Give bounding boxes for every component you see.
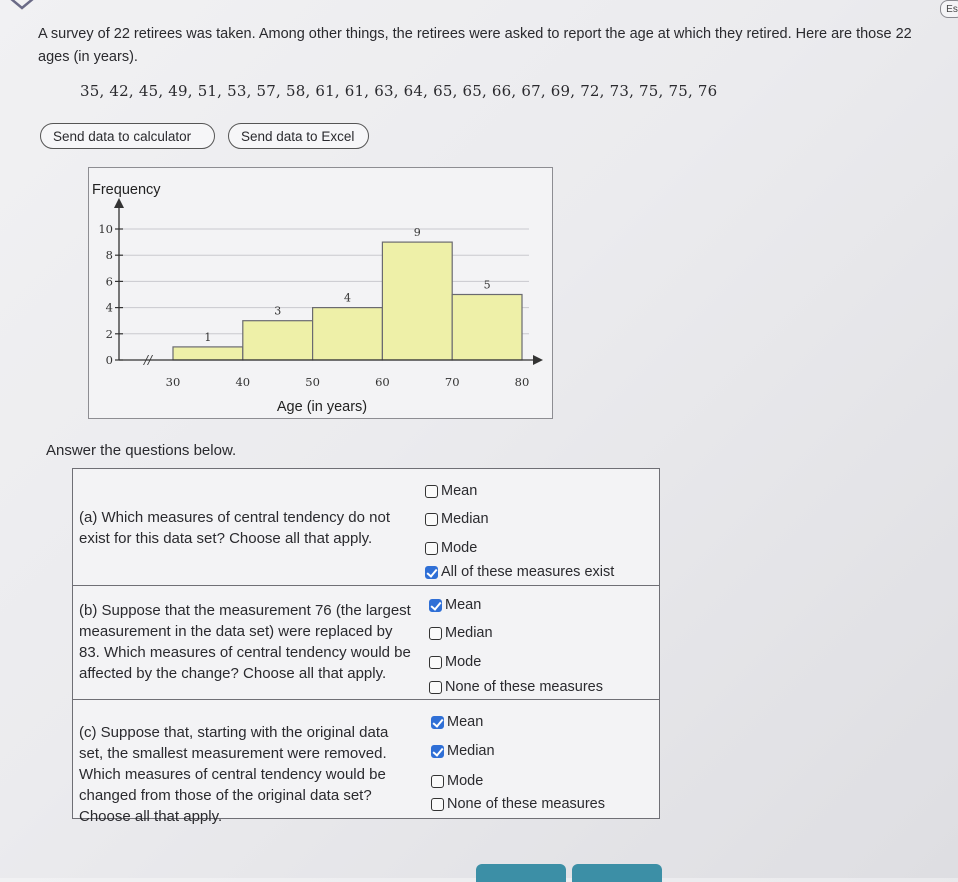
bar-data-label: 5 bbox=[484, 279, 491, 292]
checkbox-icon[interactable] bbox=[425, 484, 438, 498]
option-a-median[interactable]: Median bbox=[425, 511, 489, 527]
x-tick-label: 30 bbox=[166, 375, 181, 389]
histogram-bar bbox=[312, 307, 384, 361]
question-row-b: (b) Suppose that the measurement 76 (the… bbox=[73, 585, 659, 699]
x-tick-label: 40 bbox=[235, 375, 250, 389]
question-row-c: (c) Suppose that, starting with the orig… bbox=[73, 699, 659, 825]
checkbox-icon[interactable] bbox=[431, 797, 444, 811]
chevron-down-icon[interactable] bbox=[4, 0, 40, 14]
checkbox-icon[interactable] bbox=[429, 680, 442, 694]
histogram-bar bbox=[242, 320, 314, 361]
option-c-none[interactable]: None of these measures bbox=[431, 796, 605, 812]
question-row-a: (a) Which measures of central tendency d… bbox=[73, 469, 659, 585]
corner-tab[interactable]: Es bbox=[940, 0, 958, 18]
option-b-mode[interactable]: Mode bbox=[429, 654, 481, 670]
checkbox-icon[interactable] bbox=[429, 655, 442, 669]
y-tick-label: 6 bbox=[106, 274, 113, 288]
checkbox-icon[interactable] bbox=[429, 598, 442, 612]
bar-data-label: 3 bbox=[274, 305, 281, 318]
bar-data-label: 9 bbox=[414, 226, 421, 239]
option-b-median[interactable]: Median bbox=[429, 625, 493, 641]
y-tick-label: 4 bbox=[106, 301, 113, 315]
option-b-none[interactable]: None of these measures bbox=[429, 679, 603, 695]
y-tick-label: 10 bbox=[98, 222, 113, 236]
checkbox-icon[interactable] bbox=[425, 541, 438, 555]
answer-title: Answer the questions below. bbox=[46, 442, 237, 459]
question-b-text: (b) Suppose that the measurement 76 (the… bbox=[79, 602, 411, 682]
question-table: (a) Which measures of central tendency d… bbox=[72, 468, 660, 825]
checkbox-icon[interactable] bbox=[431, 715, 444, 729]
histogram-panel: 1 3 4 9 5//0 2 4 6 8 10 30 40 50 60 70 80 Frequency Age (… bbox=[88, 167, 553, 419]
y-tick-label: 2 bbox=[106, 327, 113, 341]
y-tick-label: 0 bbox=[106, 353, 113, 367]
question-c-text: (c) Suppose that, starting with the orig… bbox=[79, 724, 389, 825]
x-tick-label: 70 bbox=[445, 375, 460, 389]
option-c-mean[interactable]: Mean bbox=[431, 714, 483, 730]
bar-data-label: 4 bbox=[344, 292, 351, 305]
checkbox-icon[interactable] bbox=[431, 774, 444, 788]
bar-data-label: 1 bbox=[204, 331, 211, 344]
checkbox-icon[interactable] bbox=[431, 744, 444, 758]
x-axis-arrow-icon bbox=[533, 355, 543, 365]
checkbox-icon[interactable] bbox=[429, 626, 442, 640]
option-a-mean[interactable]: Mean bbox=[425, 483, 477, 499]
histogram-bar bbox=[172, 346, 244, 361]
send-to-calculator-button[interactable]: Send data to calculator bbox=[40, 123, 215, 149]
histogram-bar bbox=[381, 241, 453, 361]
y-axis-title: Frequency bbox=[92, 182, 161, 198]
histogram-chart: 13495//024681030 40 50 60 70 80FrequencyAge (… bbox=[92, 182, 543, 415]
option-a-mode[interactable]: Mode bbox=[425, 540, 477, 556]
send-to-excel-button[interactable]: Send data to Excel bbox=[228, 123, 369, 149]
option-b-mean[interactable]: Mean bbox=[429, 597, 481, 613]
x-tick-label: 80 bbox=[515, 375, 530, 389]
histogram-bar bbox=[451, 293, 523, 361]
problem-intro: A survey of 22 retirees was taken. Among… bbox=[38, 26, 912, 65]
option-c-median[interactable]: Median bbox=[431, 743, 495, 759]
checkbox-icon[interactable] bbox=[425, 512, 438, 526]
option-a-all-exist[interactable]: All of these measures exist bbox=[425, 564, 614, 580]
data-values: 35, 42, 45, 49, 51, 53, 57, 58, 61, 61, … bbox=[80, 82, 718, 100]
y-axis-arrow-icon bbox=[114, 198, 124, 208]
x-tick-label: 60 bbox=[375, 375, 390, 389]
option-c-mode[interactable]: Mode bbox=[431, 773, 483, 789]
checkbox-icon[interactable] bbox=[425, 565, 438, 579]
x-tick-label: 50 bbox=[305, 375, 320, 389]
bottom-button-left[interactable] bbox=[476, 864, 566, 882]
question-a-text: (a) Which measures of central tendency d… bbox=[79, 509, 390, 547]
bottom-button-right[interactable] bbox=[572, 864, 662, 882]
x-axis-title: Age (in years) bbox=[277, 399, 367, 415]
y-tick-label: 8 bbox=[106, 248, 113, 262]
